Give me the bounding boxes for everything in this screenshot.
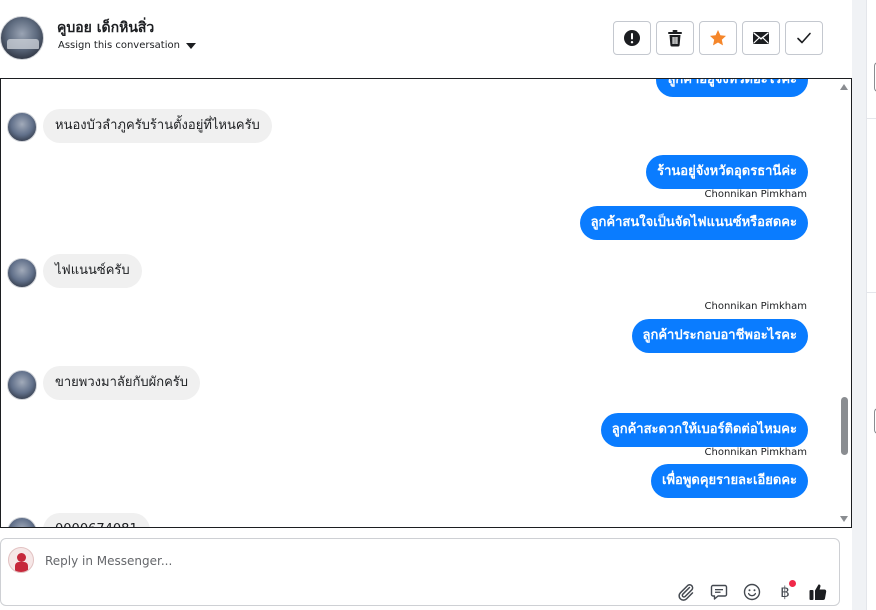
message-outgoing[interactable]: ลูกค้าประกอบอาชีพอะไรคะ xyxy=(631,319,808,353)
like-button[interactable] xyxy=(807,581,829,603)
mark-spam-button[interactable] xyxy=(613,21,651,55)
envelope-icon xyxy=(753,32,769,44)
delete-button[interactable] xyxy=(656,21,694,55)
details-side-panel: · · · xyxy=(852,0,876,610)
star-button[interactable] xyxy=(699,21,737,55)
side-divider-line xyxy=(867,292,876,293)
message-incoming[interactable]: 0000674081 xyxy=(43,513,150,527)
mark-done-button[interactable] xyxy=(785,21,823,55)
baht-payment-icon: ฿ xyxy=(780,583,790,601)
assign-label: Assign this conversation xyxy=(58,40,180,51)
scroll-down-arrow-icon[interactable] xyxy=(840,516,848,522)
mark-unread-button[interactable] xyxy=(742,21,780,55)
side-divider-line xyxy=(867,118,876,119)
message-outgoing[interactable]: ลูกค้าอยู่จังหวัดอะไรคะ xyxy=(656,79,808,97)
message-incoming[interactable]: หนองบัวลำภูครับร้านตั้งอยู่ที่ไหนครับ xyxy=(43,109,272,143)
sender-name: Chonnikan Pimkham xyxy=(704,301,807,312)
message-outgoing[interactable]: เพื่อพูดคุยรายละเอียดคะ xyxy=(651,464,808,498)
trash-icon xyxy=(668,30,682,47)
contact-name[interactable]: คูบอย เด็กหินสิ่ว xyxy=(57,17,154,39)
panel-divider xyxy=(852,0,866,610)
message-outgoing[interactable]: ร้านอยู่จังหวัดอุดรธานีค่ะ xyxy=(646,155,808,189)
message-thread[interactable]: ลูกค้าอยู่จังหวัดอะไรคะ หนองบัวลำภูครับร… xyxy=(0,78,852,528)
sender-avatar[interactable] xyxy=(7,370,37,400)
saved-reply-icon xyxy=(710,584,728,600)
conversation-actions xyxy=(613,21,823,55)
payment-button[interactable]: ฿ xyxy=(774,580,796,603)
sender-avatar[interactable] xyxy=(7,112,37,142)
reply-composer: ฿ xyxy=(0,538,840,606)
assign-conversation-dropdown[interactable]: Assign this conversation xyxy=(58,40,196,51)
checkmark-icon xyxy=(797,32,811,44)
reply-input[interactable] xyxy=(45,551,745,571)
scroll-up-arrow-icon[interactable] xyxy=(840,84,848,90)
side-panel-content: · · · xyxy=(866,0,876,610)
page-avatar xyxy=(8,547,34,573)
sender-avatar[interactable] xyxy=(7,258,37,288)
sender-avatar[interactable] xyxy=(7,517,37,527)
attach-button[interactable] xyxy=(675,581,697,603)
emoji-button[interactable] xyxy=(741,581,763,603)
messenger-inbox: คูบอย เด็กหินสิ่ว Assign this conversati… xyxy=(0,0,876,610)
conversation-header: คูบอย เด็กหินสิ่ว Assign this conversati… xyxy=(0,0,852,78)
notification-dot xyxy=(789,580,796,587)
sender-name: Chonnikan Pimkham xyxy=(704,189,807,200)
message-incoming[interactable]: ไฟแนนซ์ครับ xyxy=(43,254,142,288)
exclamation-circle-icon xyxy=(624,30,640,46)
saved-replies-button[interactable] xyxy=(708,581,730,603)
scroll-thumb[interactable] xyxy=(841,397,848,455)
thumbs-up-icon xyxy=(809,584,827,601)
message-incoming[interactable]: ขายพวงมาลัยกับผักครับ xyxy=(43,366,201,400)
paperclip-icon xyxy=(678,584,694,601)
message-outgoing[interactable]: ลูกค้าสะดวกให้เบอร์ติดต่อไหมคะ xyxy=(600,413,808,447)
composer-tools: ฿ xyxy=(675,580,829,603)
thread-scrollbar[interactable] xyxy=(837,79,851,526)
sender-name: Chonnikan Pimkham xyxy=(704,447,807,458)
emoji-icon xyxy=(743,583,761,601)
caret-down-icon xyxy=(185,42,196,49)
message-outgoing[interactable]: ลูกค้าสนใจเป็นจัดไฟแนนซ์หรือสดคะ xyxy=(579,206,808,240)
contact-avatar[interactable] xyxy=(0,16,44,60)
star-icon xyxy=(710,30,726,46)
